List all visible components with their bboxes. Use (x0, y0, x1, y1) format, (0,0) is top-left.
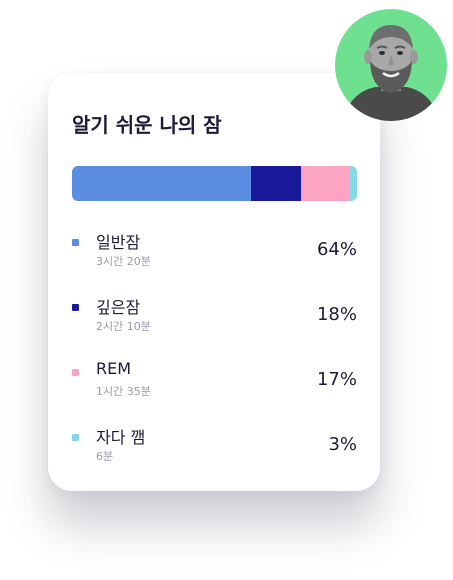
legend-dot-deep-sleep (72, 304, 79, 311)
bar-segment-deep-sleep (250, 166, 302, 201)
stage: 알기 쉬운 나의 잠 일반잠 3시간 20분 64% 깊은잠 2시간 10분 1… (0, 0, 453, 580)
stage-percent: 64% (316, 239, 357, 260)
stage-name: 일반잠 (96, 233, 141, 252)
stage-duration: 1시간 35분 (96, 385, 151, 398)
legend-dot-rem (72, 369, 79, 376)
bar-segment-light-sleep (72, 166, 251, 201)
sleep-summary-card: 알기 쉬운 나의 잠 일반잠 3시간 20분 64% 깊은잠 2시간 10분 1… (48, 73, 380, 491)
stage-name: 자다 깸 (96, 428, 146, 447)
stage-name: 깊은잠 (96, 298, 141, 317)
card-title: 알기 쉬운 나의 잠 (72, 113, 222, 137)
stage-duration: 3시간 20분 (96, 255, 151, 268)
stage-name: REM (96, 359, 132, 378)
stage-percent: 3% (328, 434, 357, 455)
stage-duration: 6분 (96, 450, 114, 463)
bar-segment-awake (348, 166, 357, 201)
stage-row-awake: 자다 깸 6분 3% (72, 426, 357, 491)
user-avatar[interactable] (335, 9, 447, 121)
sleep-stage-stacked-bar (72, 166, 357, 201)
user-avatar-photo-icon (343, 25, 439, 121)
stage-row-light-sleep: 일반잠 3시간 20분 64% (72, 231, 357, 296)
stage-duration: 2시간 10분 (96, 320, 151, 333)
legend-dot-awake (72, 434, 79, 441)
bar-segment-rem (301, 166, 349, 201)
sleep-stage-list: 일반잠 3시간 20분 64% 깊은잠 2시간 10분 18% REM 1시간 … (72, 231, 357, 491)
legend-dot-light-sleep (72, 239, 79, 246)
stage-percent: 18% (316, 304, 357, 325)
stage-row-deep-sleep: 깊은잠 2시간 10분 18% (72, 296, 357, 361)
stage-percent: 17% (316, 369, 357, 390)
stage-row-rem: REM 1시간 35분 17% (72, 359, 357, 426)
